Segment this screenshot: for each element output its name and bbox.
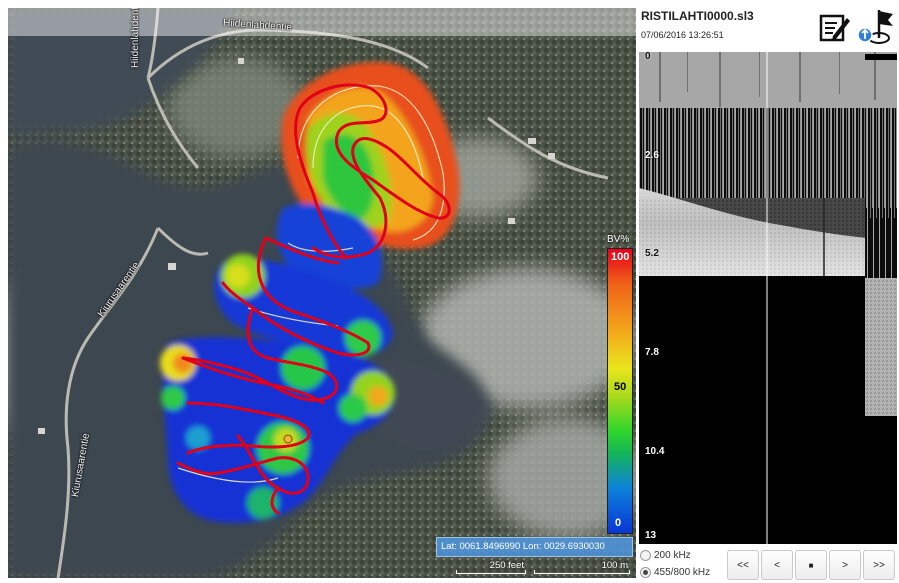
sonar-file-name: RISTILAHTI0000.sl3 [641,9,754,23]
freq-label-200khz: 200 kHz [654,550,691,561]
biovolume-legend: BV% 100 50 0 [605,234,635,534]
legend-min: 0 [615,517,622,529]
legend-gradient: 100 50 0 [607,248,633,534]
scale-bar-meters: 100 m [534,560,630,574]
freq-label-455-800khz: 455/800 kHz [654,567,711,578]
edit-icon[interactable] [819,12,851,42]
depth-label-0: 0 [645,51,651,62]
sonar-panel: RISTILAHTI0000.sl3 07/06/2016 13:26:51 0… [637,0,899,583]
legend-title: BV% [607,234,630,245]
waypoint-flag-icon[interactable] [855,8,895,46]
legend-max: 100 [611,251,630,263]
last-button[interactable]: >> [863,550,895,580]
next-button[interactable]: > [829,550,861,580]
road-label-hiidenlahdentie-vertical: Hiidenlahdentie [130,8,141,68]
depth-label-2: 5.2 [645,248,659,259]
depth-label-5: 13 [645,530,657,541]
freq-option-455-800khz[interactable]: 455/800 kHz [640,567,710,578]
satellite-basemap [8,8,636,578]
echogram-image [639,48,897,544]
legend-mid: 50 [614,381,627,393]
depth-label-4: 10.4 [645,446,665,457]
cursor-coordinates: Lat: 0061.8496990 Lon: 0029.6930030 [436,537,633,557]
freq-option-200khz[interactable]: 200 kHz [640,550,691,561]
scale-feet-bar [456,570,526,574]
scale-meters-bar [534,570,630,574]
sonar-echogram[interactable]: 0 2.6 5.2 7.8 10.4 13 [639,48,897,544]
scale-bar-feet: 250 feet [456,560,526,574]
freq-radio-200khz[interactable] [640,550,651,561]
app: Hiidenlahdentie Hiidenlahdentie Kiurusaa… [0,0,899,583]
freq-radio-455-800khz[interactable] [640,567,651,578]
map-view[interactable]: Hiidenlahdentie Hiidenlahdentie Kiurusaa… [8,8,636,578]
first-button[interactable]: << [727,550,759,580]
depth-label-3: 7.8 [645,347,659,358]
sonar-timestamp: 07/06/2016 13:26:51 [641,30,724,40]
previous-button[interactable]: < [761,550,793,580]
depth-label-1: 2.6 [645,150,659,161]
stop-button[interactable]: ■ [795,550,827,580]
